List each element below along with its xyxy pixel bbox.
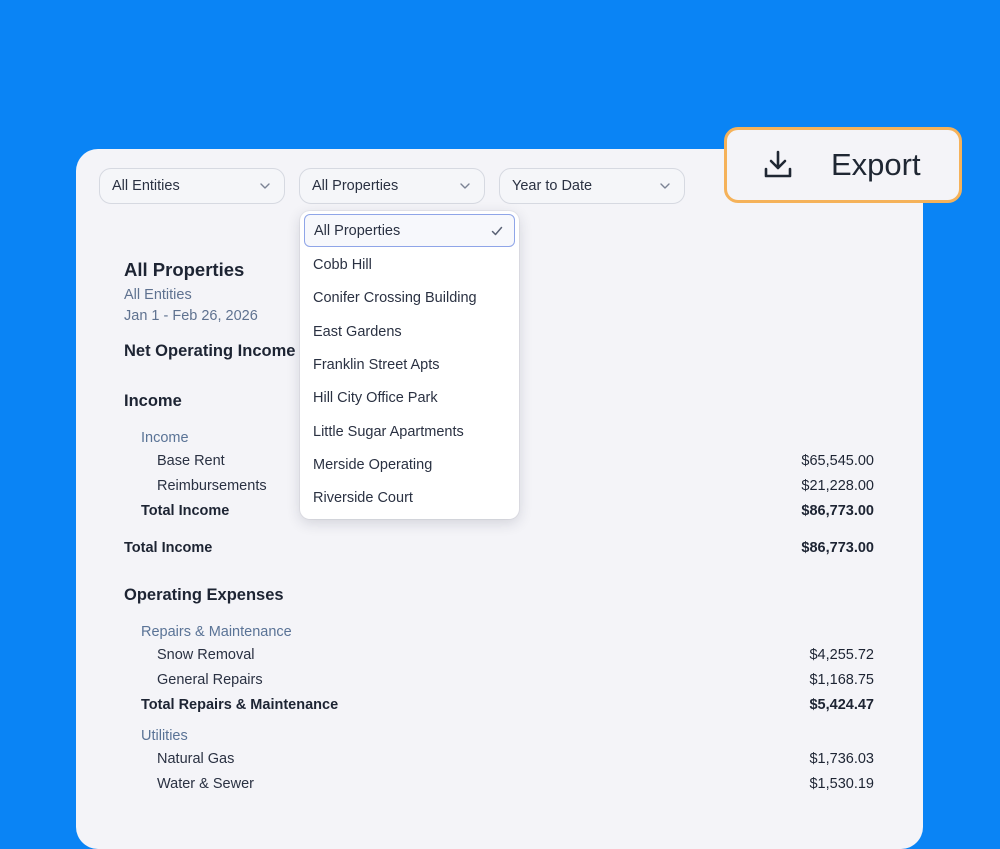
chevron-down-icon	[260, 183, 270, 189]
line-item-amount: $1,168.75	[809, 672, 874, 688]
line-item-label: Water & Sewer	[157, 776, 254, 792]
operating-expenses-heading: Operating Expenses	[124, 586, 284, 604]
report-entities: All Entities	[124, 287, 192, 303]
line-item-label: General Repairs	[157, 672, 263, 688]
dropdown-option-all-properties[interactable]: All Properties	[304, 214, 515, 247]
income-total-amount: $86,773.00	[801, 540, 874, 556]
line-item-amount: $1,736.03	[809, 751, 874, 767]
dropdown-option-riverside-court[interactable]: Riverside Court	[304, 481, 515, 514]
line-item-label: Snow Removal	[157, 647, 255, 663]
report-name: Net Operating Income	[124, 342, 296, 360]
report-title: All Properties	[124, 259, 245, 280]
dropdown-option-cobb-hill[interactable]: Cobb Hill	[304, 248, 515, 281]
line-item-label: Base Rent	[157, 453, 225, 469]
entities-filter[interactable]: All Entities	[99, 168, 285, 204]
income-category: Income	[141, 430, 189, 446]
chevron-down-icon	[660, 183, 670, 189]
report-date-range: Jan 1 - Feb 26, 2026	[124, 308, 258, 324]
line-item-amount: $65,545.00	[801, 453, 874, 469]
dropdown-option-franklin-street-apts[interactable]: Franklin Street Apts	[304, 348, 515, 381]
repairs-total-label: Total Repairs & Maintenance	[141, 697, 339, 713]
check-icon	[491, 226, 503, 236]
dropdown-option-hill-city-office-park[interactable]: Hill City Office Park	[304, 381, 515, 414]
chevron-down-icon	[460, 183, 470, 189]
dropdown-option-label: Hill City Office Park	[313, 389, 438, 406]
income-heading: Income	[124, 392, 182, 410]
entities-filter-label: All Entities	[112, 178, 180, 194]
export-label: Export	[831, 147, 921, 182]
line-item-amount: $1,530.19	[809, 776, 874, 792]
income-subtotal-amount: $86,773.00	[801, 503, 874, 519]
export-button[interactable]: Export	[724, 127, 962, 203]
income-subtotal-label: Total Income	[141, 503, 230, 519]
properties-filter-label: All Properties	[312, 178, 399, 194]
dropdown-option-label: Riverside Court	[313, 489, 413, 506]
dropdown-option-label: Little Sugar Apartments	[313, 423, 464, 440]
line-item-label: Reimbursements	[157, 478, 267, 494]
dropdown-option-merside-operating[interactable]: Merside Operating	[304, 448, 515, 481]
dropdown-option-label: Merside Operating	[313, 456, 433, 473]
repairs-category: Repairs & Maintenance	[141, 624, 292, 640]
dropdown-option-east-gardens[interactable]: East Gardens	[304, 315, 515, 348]
utilities-category: Utilities	[141, 728, 188, 744]
dropdown-option-label: All Properties	[314, 222, 401, 239]
period-filter-label: Year to Date	[512, 178, 593, 194]
income-total-label: Total Income	[124, 540, 213, 556]
dropdown-option-label: Cobb Hill	[313, 256, 372, 273]
dropdown-option-label: Conifer Crossing Building	[313, 289, 477, 306]
dropdown-option-label: East Gardens	[313, 323, 402, 340]
dropdown-option-label: Franklin Street Apts	[313, 356, 440, 373]
dropdown-option-little-sugar-apartments[interactable]: Little Sugar Apartments	[304, 415, 515, 448]
period-filter[interactable]: Year to Date	[499, 168, 685, 204]
repairs-total-amount: $5,424.47	[809, 697, 874, 713]
line-item-amount: $21,228.00	[801, 478, 874, 494]
line-item-label: Natural Gas	[157, 751, 235, 767]
download-icon	[764, 150, 792, 178]
line-item-amount: $4,255.72	[809, 647, 874, 663]
properties-filter[interactable]: All Properties	[299, 168, 485, 204]
properties-dropdown-menu: All Properties Cobb Hill Conifer Crossin…	[300, 211, 519, 519]
dropdown-option-conifer-crossing-building[interactable]: Conifer Crossing Building	[304, 281, 515, 314]
